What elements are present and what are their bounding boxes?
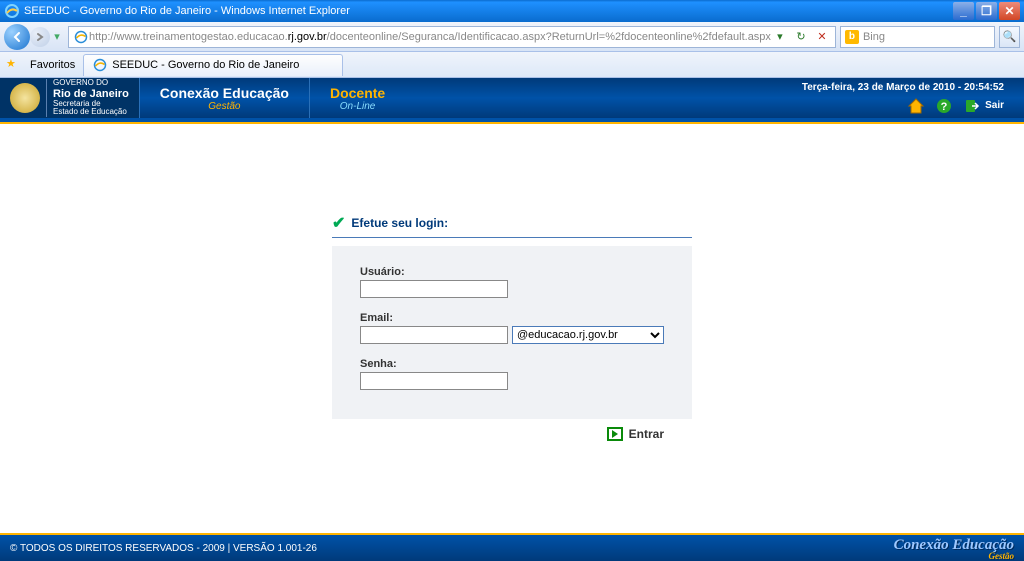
search-placeholder: Bing [863, 31, 990, 43]
header-section-conexao: Conexão Educação Gestão [139, 78, 309, 118]
svg-text:?: ? [941, 101, 948, 113]
logout-link[interactable]: Sair [963, 97, 1004, 115]
footer-copyright: © TODOS OS DIREITOS RESERVADOS - 2009 | … [10, 543, 317, 554]
header-section-docente: Docente On-Line [309, 78, 405, 118]
logo-line1: GOVERNO DO [53, 79, 129, 88]
login-heading: Efetue seu login: [351, 216, 448, 230]
section2-subtitle: On-Line [330, 101, 385, 112]
forward-button[interactable] [30, 27, 50, 47]
entrar-icon [607, 427, 623, 441]
email-domain-select[interactable]: @educacao.rj.gov.br [512, 326, 664, 344]
entrar-button[interactable]: Entrar [607, 427, 664, 441]
senha-input[interactable] [360, 372, 508, 390]
logo-line4: Estado de Educação [53, 108, 129, 117]
section1-subtitle: Gestão [160, 101, 289, 112]
section1-title: Conexão Educação [160, 85, 289, 101]
search-box[interactable]: b Bing [840, 26, 995, 48]
header-logo: GOVERNO DO Rio de Janeiro Secretaria de … [0, 78, 139, 118]
usuario-label: Usuário: [360, 266, 664, 278]
login-heading-row: ✔ Efetue seu login: [332, 213, 692, 238]
page-content: GOVERNO DO Rio de Janeiro Secretaria de … [0, 78, 1024, 561]
browser-nav-bar: ▾ http://www.treinamentogestao.educacao.… [0, 22, 1024, 52]
email-input[interactable] [360, 326, 508, 344]
page-header: GOVERNO DO Rio de Janeiro Secretaria de … [0, 78, 1024, 118]
crest-icon [10, 83, 40, 113]
field-email: Email: @educacao.rj.gov.br [360, 312, 664, 344]
page-icon [73, 29, 89, 45]
bing-icon: b [845, 30, 859, 44]
url-prefix: http://www.treinamentogestao.educacao. [89, 31, 288, 43]
back-button[interactable] [4, 24, 30, 50]
header-datetime: Terça-feira, 23 de Março de 2010 - 20:54… [802, 82, 1004, 93]
email-label: Email: [360, 312, 664, 324]
senha-label: Senha: [360, 358, 664, 370]
footer-brand: Conexão Educação Gestão [894, 537, 1014, 559]
url-suffix: /docenteonline/Seguranca/Identificacao.a… [327, 31, 771, 43]
refresh-icon[interactable]: ↻ [792, 28, 810, 46]
favorites-bar: ★ Favoritos SEEDUC - Governo do Rio de J… [0, 52, 1024, 78]
url-text: http://www.treinamentogestao.educacao.rj… [89, 31, 771, 43]
home-icon[interactable] [907, 97, 925, 115]
window-title: SEEDUC - Governo do Rio de Janeiro - Win… [24, 5, 350, 17]
header-curve [0, 118, 1024, 143]
nav-history-dropdown[interactable]: ▾ [50, 26, 64, 48]
page-body: ✔ Efetue seu login: Usuário: Email: @edu… [0, 143, 1024, 533]
url-domain: rj.gov.br [288, 31, 327, 43]
field-usuario: Usuário: [360, 266, 664, 298]
footer-brand-sub: Gestão [894, 554, 1014, 559]
address-dropdown-icon[interactable]: ▾ [771, 28, 789, 46]
check-icon: ✔ [332, 213, 345, 233]
login-panel: ✔ Efetue seu login: Usuário: Email: @edu… [332, 213, 692, 449]
favorites-star-icon[interactable]: ★ [6, 57, 22, 73]
field-senha: Senha: [360, 358, 664, 390]
favorites-label[interactable]: Favoritos [30, 59, 75, 71]
tab-favicon [92, 57, 108, 73]
minimize-button[interactable]: _ [953, 2, 974, 20]
logout-label: Sair [985, 100, 1004, 111]
search-go-button[interactable]: 🔍 [999, 26, 1020, 48]
browser-tab[interactable]: SEEDUC - Governo do Rio de Janeiro [83, 54, 343, 76]
ie-icon [4, 3, 20, 19]
entrar-label: Entrar [629, 427, 664, 441]
section2-title: Docente [330, 85, 385, 101]
usuario-input[interactable] [360, 280, 508, 298]
stop-icon[interactable]: ✕ [813, 28, 831, 46]
logout-icon [963, 97, 981, 115]
address-bar[interactable]: http://www.treinamentogestao.educacao.rj… [68, 26, 836, 48]
help-icon[interactable]: ? [935, 97, 953, 115]
window-controls: _ ❐ ✕ [953, 2, 1020, 20]
tab-title: SEEDUC - Governo do Rio de Janeiro [112, 59, 299, 71]
maximize-button[interactable]: ❐ [976, 2, 997, 20]
window-titlebar: SEEDUC - Governo do Rio de Janeiro - Win… [0, 0, 1024, 22]
logo-line2: Rio de Janeiro [53, 88, 129, 100]
page-footer: © TODOS OS DIREITOS RESERVADOS - 2009 | … [0, 535, 1024, 561]
close-button[interactable]: ✕ [999, 2, 1020, 20]
